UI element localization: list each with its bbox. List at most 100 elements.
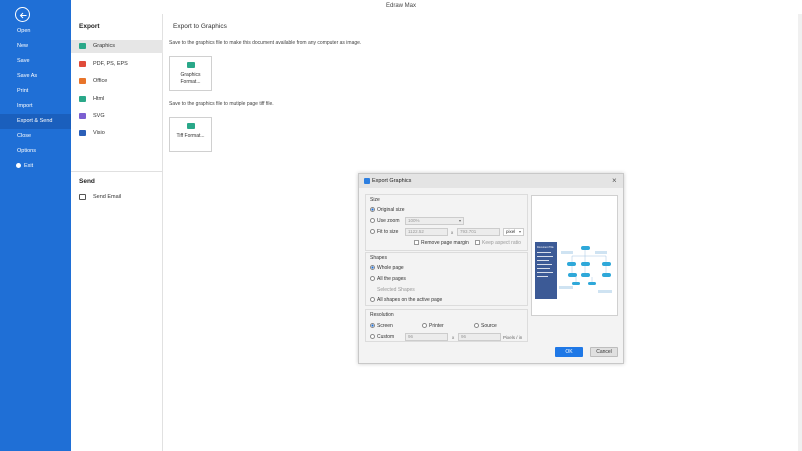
- dpi-x-field[interactable]: 96: [405, 333, 448, 341]
- radio-selected-icon: [370, 207, 375, 212]
- nav-open[interactable]: Open: [0, 24, 71, 39]
- nav-save-as[interactable]: Save As: [0, 69, 71, 84]
- export-visio-label: Visio: [93, 130, 105, 136]
- whole-page-radio[interactable]: Whole page: [370, 265, 404, 271]
- radio-icon: [370, 218, 375, 223]
- send-section-title: Send: [79, 178, 95, 185]
- dialog-header: Export Graphics ×: [359, 174, 623, 188]
- unit-select[interactable]: pixel ▾: [503, 228, 524, 236]
- close-icon[interactable]: ×: [612, 176, 617, 185]
- graphics-format-card[interactable]: Graphics Format...: [169, 56, 212, 91]
- radio-icon: [474, 323, 479, 328]
- radio-selected-icon: [370, 265, 375, 270]
- selected-shapes-option[interactable]: Selected Shapes: [377, 287, 415, 293]
- nav-close[interactable]: Close: [0, 129, 71, 144]
- graphics-description: Save to the graphics file to make this d…: [169, 40, 362, 46]
- remove-margin-label: Remove page margin: [421, 240, 469, 246]
- source-radio[interactable]: Source: [474, 323, 497, 329]
- tiff-format-card[interactable]: Tiff Format...: [169, 117, 212, 152]
- export-visio[interactable]: Visio: [71, 127, 163, 140]
- all-pages-radio[interactable]: All the pages: [370, 276, 406, 282]
- custom-radio[interactable]: Custom: [370, 334, 394, 340]
- nav-options[interactable]: Options: [0, 144, 71, 159]
- size-group: Size Original size Use zoom 100% ▾ Fit to…: [365, 194, 528, 251]
- zoom-select[interactable]: 100% ▾: [405, 217, 464, 225]
- dpi-x-separator: x: [452, 335, 455, 340]
- width-field[interactable]: 1122.52: [405, 228, 448, 236]
- title-bar: Edraw Max: [0, 0, 802, 14]
- nav-exit-label: Exit: [24, 163, 34, 169]
- export-preview: Document Title: [531, 195, 618, 316]
- fit-to-size-radio[interactable]: Fit to size: [370, 229, 398, 235]
- graphics-format-label: Graphics Format...: [180, 72, 201, 85]
- panel-divider: [71, 171, 163, 172]
- unit-value: pixel: [506, 229, 516, 234]
- height-field[interactable]: 793.701: [457, 228, 500, 236]
- export-svg[interactable]: SVG: [71, 110, 163, 123]
- export-graphics[interactable]: Graphics: [71, 40, 163, 53]
- svg-icon: [79, 113, 86, 119]
- whole-page-label: Whole page: [377, 265, 404, 271]
- remove-margin-checkbox[interactable]: Remove page margin: [414, 240, 469, 246]
- export-html[interactable]: Html: [71, 93, 163, 106]
- nav-new[interactable]: New: [0, 39, 71, 54]
- exit-icon: [16, 162, 21, 168]
- fit-to-size-label: Fit to size: [377, 229, 399, 235]
- send-email[interactable]: Send Email: [71, 191, 163, 204]
- nav-exit[interactable]: Exit: [0, 159, 71, 174]
- visio-icon: [79, 130, 86, 136]
- app-title: Edraw Max: [385, 3, 416, 9]
- all-pages-label: All the pages: [377, 276, 406, 282]
- back-button[interactable]: [15, 7, 30, 22]
- office-icon: [79, 78, 86, 84]
- chevron-down-icon: ▾: [458, 218, 461, 223]
- tiff-description: Save to the graphics file to mutiple pag…: [169, 101, 274, 107]
- export-panel: Export Graphics PDF, PS, EPS Office Html…: [71, 14, 163, 451]
- radio-icon: [422, 323, 427, 328]
- resolution-group: Resolution Screen Printer Source Custom …: [365, 309, 528, 342]
- screen-radio[interactable]: Screen: [370, 323, 393, 329]
- size-label: Size: [370, 197, 380, 203]
- dialog-app-icon: [364, 178, 370, 184]
- html-icon: [79, 96, 86, 102]
- window-edge: [798, 14, 802, 451]
- cancel-button[interactable]: Cancel: [590, 347, 618, 357]
- screen-label: Screen: [377, 323, 393, 329]
- radio-icon: [370, 334, 375, 339]
- chevron-down-icon: ▾: [518, 229, 521, 234]
- export-pdf[interactable]: PDF, PS, EPS: [71, 58, 163, 71]
- use-zoom-radio[interactable]: Use zoom: [370, 218, 400, 224]
- graphics-icon: [79, 43, 86, 49]
- checkbox-icon: [414, 240, 419, 245]
- nav-export-send[interactable]: Export & Send: [0, 114, 71, 129]
- pdf-icon: [79, 61, 86, 67]
- ok-button[interactable]: OK: [555, 347, 583, 357]
- radio-icon: [370, 276, 375, 281]
- export-svg-label: SVG: [93, 113, 105, 119]
- nav-import[interactable]: Import: [0, 99, 71, 114]
- keep-ratio-checkbox[interactable]: Keep aspect ratio: [475, 240, 521, 246]
- shapes-label: Shapes: [370, 255, 387, 261]
- radio-icon: [370, 297, 375, 302]
- backstage-nav: Open New Save Save As Print Import Expor…: [0, 0, 71, 451]
- checkbox-icon: [475, 240, 480, 245]
- radio-icon: [370, 229, 375, 234]
- export-pdf-label: PDF, PS, EPS: [93, 61, 128, 67]
- preview-diagram-image: Document Title: [535, 242, 612, 299]
- dpi-y-field[interactable]: 96: [458, 333, 501, 341]
- dialog-title: Export Graphics: [372, 178, 412, 184]
- tiff-format-icon: [187, 123, 195, 129]
- export-office[interactable]: Office: [71, 75, 163, 88]
- preview-document-title: Document Title: [537, 246, 554, 249]
- custom-label: Custom: [377, 334, 395, 340]
- nav-save[interactable]: Save: [0, 54, 71, 69]
- resolution-label: Resolution: [370, 312, 394, 318]
- all-active-shapes-radio[interactable]: All shapes on the active page: [370, 297, 442, 303]
- original-size-radio[interactable]: Original size: [370, 207, 405, 213]
- nav-print[interactable]: Print: [0, 84, 71, 99]
- export-html-label: Html: [93, 96, 105, 102]
- page-title: Export to Graphics: [173, 23, 227, 30]
- zoom-value: 100%: [408, 218, 420, 223]
- original-size-label: Original size: [377, 207, 405, 213]
- printer-radio[interactable]: Printer: [422, 323, 444, 329]
